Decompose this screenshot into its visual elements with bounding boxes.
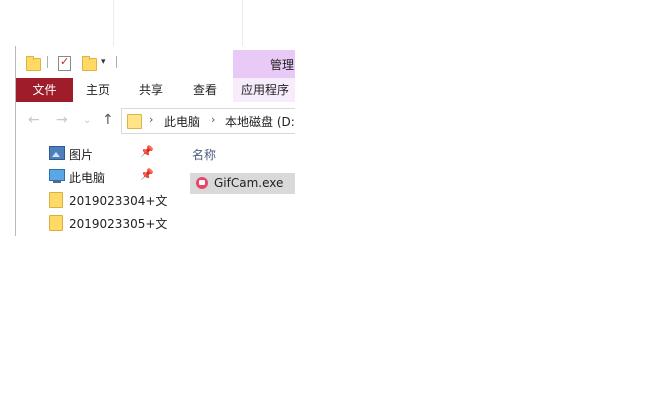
customize-toolbar-dropdown-icon[interactable]: ▾	[101, 57, 106, 67]
nav-item-label: 图片	[69, 148, 94, 162]
address-bar[interactable]: › 此电脑 › 本地磁盘 (D:)	[121, 108, 295, 134]
file-name: GifCam.exe	[214, 176, 284, 190]
up-arrow-icon[interactable]: ↑	[102, 112, 114, 128]
tab-share[interactable]: 共享	[133, 78, 169, 102]
gifcam-app-icon	[196, 177, 208, 189]
navigation-bar: ← → ⌄ ↑ › 此电脑 › 本地磁盘 (D:)	[16, 102, 295, 138]
breadcrumb-this-pc[interactable]: 此电脑	[164, 113, 200, 130]
tab-manage[interactable]: 管理	[270, 56, 294, 73]
folder-icon	[49, 192, 63, 208]
nav-item-folder[interactable]: 2019023305+文	[16, 211, 172, 233]
tab-file[interactable]: 文件	[16, 78, 73, 102]
pin-icon[interactable]: 📌	[140, 145, 154, 158]
nav-item-folder[interactable]: 2019023304+文	[16, 188, 172, 210]
tab-view[interactable]: 查看	[187, 78, 223, 102]
file-row-selected[interactable]: GifCam.exe	[190, 173, 295, 194]
file-explorer-window: ▾ 管理 文件 主页 共享 查看 应用程序 ← → ⌄ ↑ › 此电脑 › 本地…	[15, 46, 295, 236]
nav-item-pictures[interactable]: 图片 📌	[16, 142, 172, 164]
new-folder-icon[interactable]	[82, 56, 97, 71]
pictures-icon	[49, 146, 65, 160]
folder-icon[interactable]	[26, 56, 41, 71]
background-divider	[113, 0, 114, 46]
folder-icon	[49, 215, 63, 231]
chevron-right-icon[interactable]: ›	[211, 113, 215, 126]
chevron-right-icon[interactable]: ›	[149, 113, 153, 126]
recent-locations-chevron-icon[interactable]: ⌄	[83, 115, 91, 126]
back-arrow-icon[interactable]: ←	[28, 112, 40, 128]
file-list: 名称 GifCam.exe	[172, 138, 295, 236]
folder-icon	[127, 114, 142, 129]
nav-item-this-pc[interactable]: 此电脑 📌	[16, 165, 172, 187]
nav-item-label: 此电脑	[69, 171, 106, 185]
pc-icon	[49, 169, 65, 183]
background-divider	[242, 0, 243, 46]
tab-application-tools[interactable]: 应用程序	[241, 78, 295, 102]
toolbar-separator	[47, 56, 48, 68]
ribbon-tabs: 文件 主页 共享 查看 应用程序	[16, 78, 295, 103]
nav-item-label: 2019023305+文	[69, 217, 168, 231]
nav-item-label: 2019023304+文	[69, 194, 168, 208]
column-header-name[interactable]: 名称	[192, 146, 216, 163]
forward-arrow-icon[interactable]: →	[56, 112, 68, 128]
navigation-pane: 图片 📌 此电脑 📌 2019023304+文 2019023305+文	[16, 138, 172, 236]
quick-access-toolbar: ▾ 管理	[16, 46, 295, 78]
properties-icon[interactable]	[58, 55, 71, 71]
tab-home[interactable]: 主页	[80, 78, 116, 102]
breadcrumb-local-disk[interactable]: 本地磁盘 (D:)	[225, 113, 295, 130]
pin-icon[interactable]: 📌	[140, 168, 154, 181]
toolbar-separator	[116, 56, 117, 68]
